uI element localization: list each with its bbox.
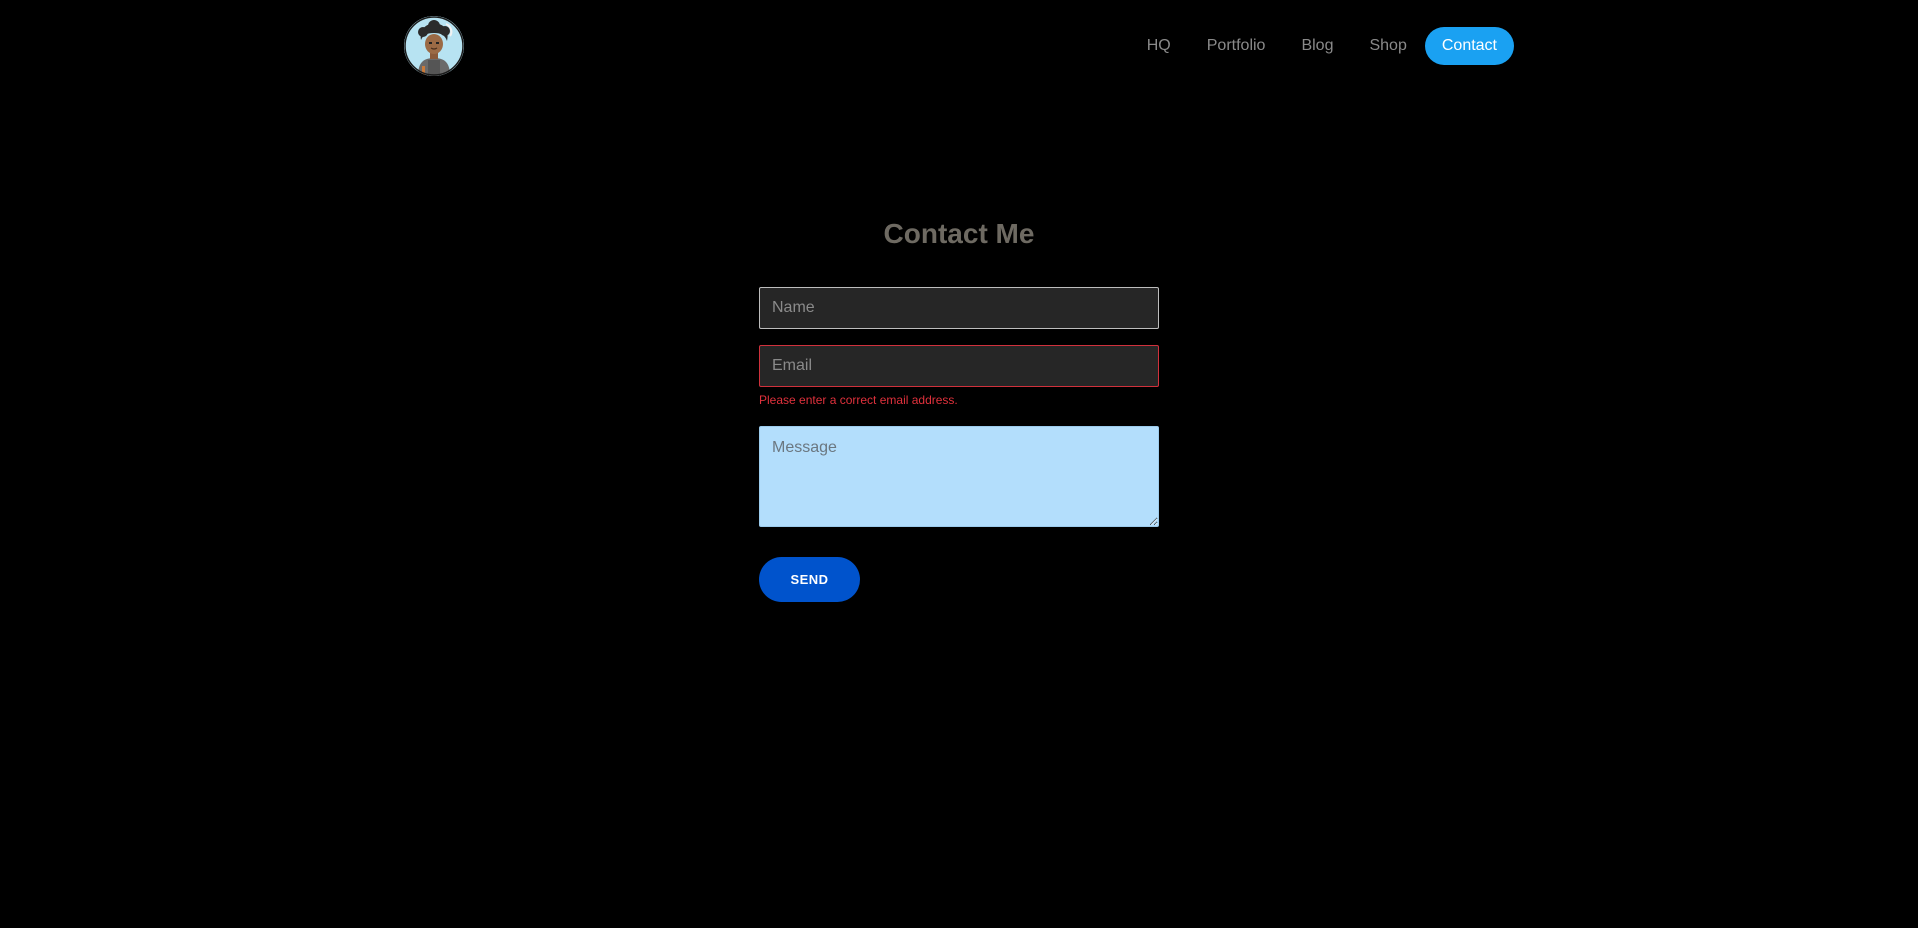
main-nav: HQ Portfolio Blog Shop Contact bbox=[1129, 27, 1514, 65]
nav-item-blog[interactable]: Blog bbox=[1283, 27, 1351, 65]
message-textarea[interactable] bbox=[759, 426, 1159, 527]
nav-item-hq[interactable]: HQ bbox=[1129, 27, 1189, 65]
avatar-logo-icon[interactable] bbox=[404, 16, 464, 76]
name-input[interactable] bbox=[759, 287, 1159, 329]
nav-item-contact[interactable]: Contact bbox=[1424, 27, 1514, 65]
nav-item-shop[interactable]: Shop bbox=[1351, 27, 1424, 65]
nav-item-portfolio[interactable]: Portfolio bbox=[1189, 27, 1284, 65]
send-button[interactable]: SEND bbox=[759, 557, 860, 602]
page-title: Contact Me bbox=[883, 218, 1035, 249]
page: HQ Portfolio Blog Shop Contact Contact M… bbox=[0, 0, 1918, 928]
email-input[interactable] bbox=[759, 345, 1159, 387]
email-error-message: Please enter a correct email address. bbox=[759, 393, 958, 407]
avatar-illustration bbox=[404, 16, 464, 76]
